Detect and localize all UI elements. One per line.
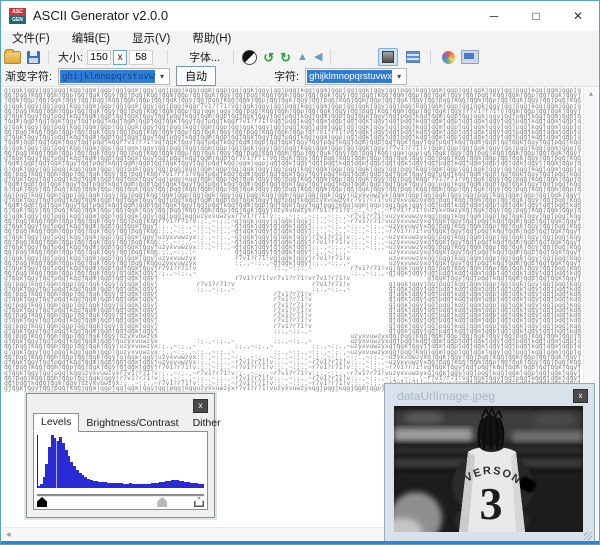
image-view-thumb — [382, 51, 394, 63]
maximize-button[interactable]: □ — [515, 1, 557, 31]
ascii-art-text: gjqgkjqgyjqgjpqgjkqgjqgmjqgpjqgjqgkjqgyj… — [4, 88, 581, 392]
separator — [167, 50, 168, 64]
scroll-up-icon[interactable]: ▴ — [584, 89, 598, 98]
font-button[interactable]: 字体... — [181, 48, 228, 66]
window-bottom-border — [1, 541, 599, 544]
gray-point-handle[interactable] — [157, 497, 167, 507]
gradient-chars-value: ghijklmnopqrstuvwxyz$ — [60, 70, 155, 83]
title-bar: ASC GEN ASCII Generator v2.0.0 ─ □ ✕ — [1, 1, 599, 31]
histogram-marker-line — [56, 435, 57, 488]
text-view-thumb — [406, 51, 420, 63]
menu-view[interactable]: 显示(V) — [121, 31, 181, 48]
levels-close-button[interactable]: x — [193, 399, 208, 413]
height-input[interactable] — [129, 50, 153, 65]
histogram-bar — [201, 484, 204, 488]
save-icon[interactable] — [27, 51, 40, 64]
size-label: 大小: — [58, 49, 83, 65]
flip-vertical-icon[interactable]: ▲ — [297, 51, 308, 64]
white-point-handle[interactable] — [194, 497, 204, 507]
black-point-handle[interactable] — [37, 497, 47, 507]
menu-help[interactable]: 帮助(H) — [181, 31, 242, 48]
gradient-chars-label: 渐变字符: — [5, 68, 52, 84]
chars-label: 字符: — [274, 68, 299, 84]
menu-edit[interactable]: 编辑(E) — [61, 31, 121, 48]
tab-dither[interactable]: Dither — [186, 415, 228, 432]
resize-grip[interactable] — [584, 532, 592, 540]
levels-tabs: Levels Brightness/Contrast Dither — [33, 414, 228, 432]
image-title: dataUrlImage.jpeg — [397, 389, 495, 403]
app-icon-top: ASC — [9, 8, 26, 16]
chevron-down-icon[interactable]: ▾ — [394, 69, 404, 84]
display-screen — [464, 53, 474, 59]
image-view-icon[interactable] — [378, 48, 398, 66]
rotate-cw-icon[interactable]: ↻ — [280, 51, 291, 64]
separator — [48, 50, 49, 64]
rotate-ccw-icon[interactable]: ↺ — [263, 51, 274, 64]
width-input[interactable] — [87, 50, 111, 65]
display-icon[interactable] — [461, 50, 479, 64]
tab-levels[interactable]: Levels — [33, 413, 79, 432]
color-wheel-icon[interactable] — [442, 51, 455, 64]
levels-content — [33, 431, 208, 510]
toolbar-characters: 渐变字符: ghijklmnopqrstuvwxyz$ ▾ 自动 字符: ghi… — [1, 66, 599, 87]
flip-horizontal-icon[interactable]: ◀ — [314, 51, 322, 64]
toolbar-main: 大小: x 字体... ↺ ↻ ▲ ◀ — [1, 48, 599, 66]
levels-slider — [37, 491, 204, 507]
menu-file[interactable]: 文件(F) — [1, 31, 61, 48]
levels-panel[interactable]: x Levels Brightness/Contrast Dither — [26, 393, 215, 518]
image-close-button[interactable]: x — [573, 389, 588, 403]
text-view-icon[interactable] — [404, 49, 422, 65]
source-image-panel[interactable]: dataUrlImage.jpeg x — [384, 383, 595, 543]
menu-bar: 文件(F) 编辑(E) 显示(V) 帮助(H) — [1, 31, 599, 48]
app-icon: ASC GEN — [9, 8, 26, 24]
slider-track — [37, 494, 204, 497]
separator — [233, 50, 234, 64]
jersey-number-text: 3 — [480, 478, 503, 529]
open-folder-icon[interactable] — [4, 51, 21, 64]
source-photo: IVERSON 3 — [394, 406, 583, 532]
minimize-button[interactable]: ─ — [473, 1, 515, 31]
histogram-axis-line — [37, 435, 38, 488]
invert-colors-icon[interactable] — [242, 50, 257, 65]
tab-brightness-contrast[interactable]: Brightness/Contrast — [79, 415, 185, 432]
auto-button[interactable]: 自动 — [176, 66, 216, 86]
scroll-left-icon[interactable]: ◂ — [6, 528, 11, 541]
app-icon-bottom: GEN — [9, 16, 26, 24]
chevron-down-icon[interactable]: ▾ — [157, 69, 167, 84]
gradient-chars-combo[interactable]: ghijklmnopqrstuvwxyz$ ▾ — [58, 68, 170, 85]
window-controls: ─ □ ✕ — [473, 1, 599, 31]
separator — [330, 50, 331, 64]
separator — [430, 50, 431, 64]
chars-combo[interactable]: ghijklmnopqrstuvwxyz$ ▾ — [305, 68, 407, 85]
app-window: ASC GEN ASCII Generator v2.0.0 ─ □ ✕ 文件(… — [0, 0, 600, 545]
histogram-bars — [37, 435, 204, 488]
chars-value: ghijklmnopqrstuvwxyz$ — [307, 70, 392, 83]
window-title: ASCII Generator v2.0.0 — [33, 1, 168, 31]
close-button[interactable]: ✕ — [557, 1, 599, 31]
size-x-label: x — [113, 50, 127, 65]
